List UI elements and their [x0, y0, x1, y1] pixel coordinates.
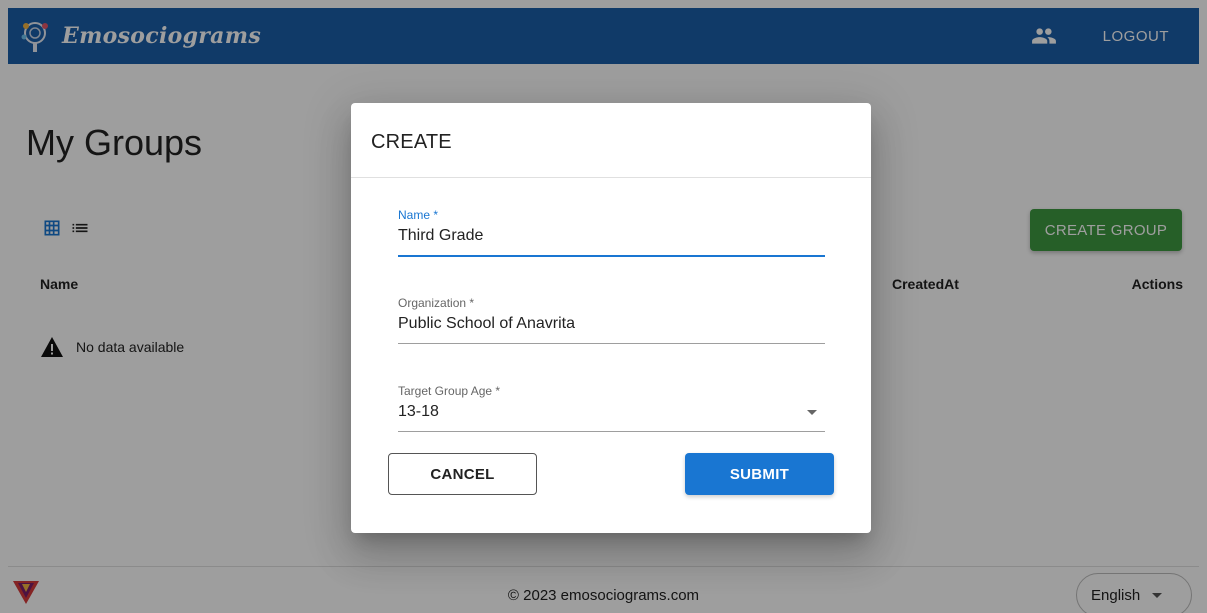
organization-field[interactable]: Organization * — [398, 296, 825, 344]
organization-field-label: Organization * — [398, 296, 475, 310]
target-age-field-label: Target Group Age * — [398, 384, 501, 398]
create-dialog: CREATE Name * Organization * Target Grou… — [351, 103, 871, 533]
organization-field-underline — [398, 343, 825, 344]
organization-input[interactable] — [398, 315, 825, 343]
target-age-field-underline — [398, 431, 825, 432]
name-field[interactable]: Name * — [398, 208, 825, 257]
cancel-button[interactable]: CANCEL — [388, 453, 537, 495]
name-input[interactable] — [398, 227, 825, 255]
app-root: Emosociograms LOGOUT My Groups CREATE GR… — [0, 0, 1207, 613]
dialog-title: CREATE — [371, 131, 452, 153]
target-age-select[interactable]: 13-18 — [398, 403, 825, 431]
name-field-underline — [398, 255, 825, 257]
dialog-header: CREATE — [351, 103, 871, 178]
target-age-field[interactable]: Target Group Age * 13-18 — [398, 384, 825, 432]
submit-button[interactable]: SUBMIT — [685, 453, 834, 495]
name-field-label: Name * — [398, 208, 439, 222]
chevron-down-icon[interactable] — [807, 410, 817, 415]
